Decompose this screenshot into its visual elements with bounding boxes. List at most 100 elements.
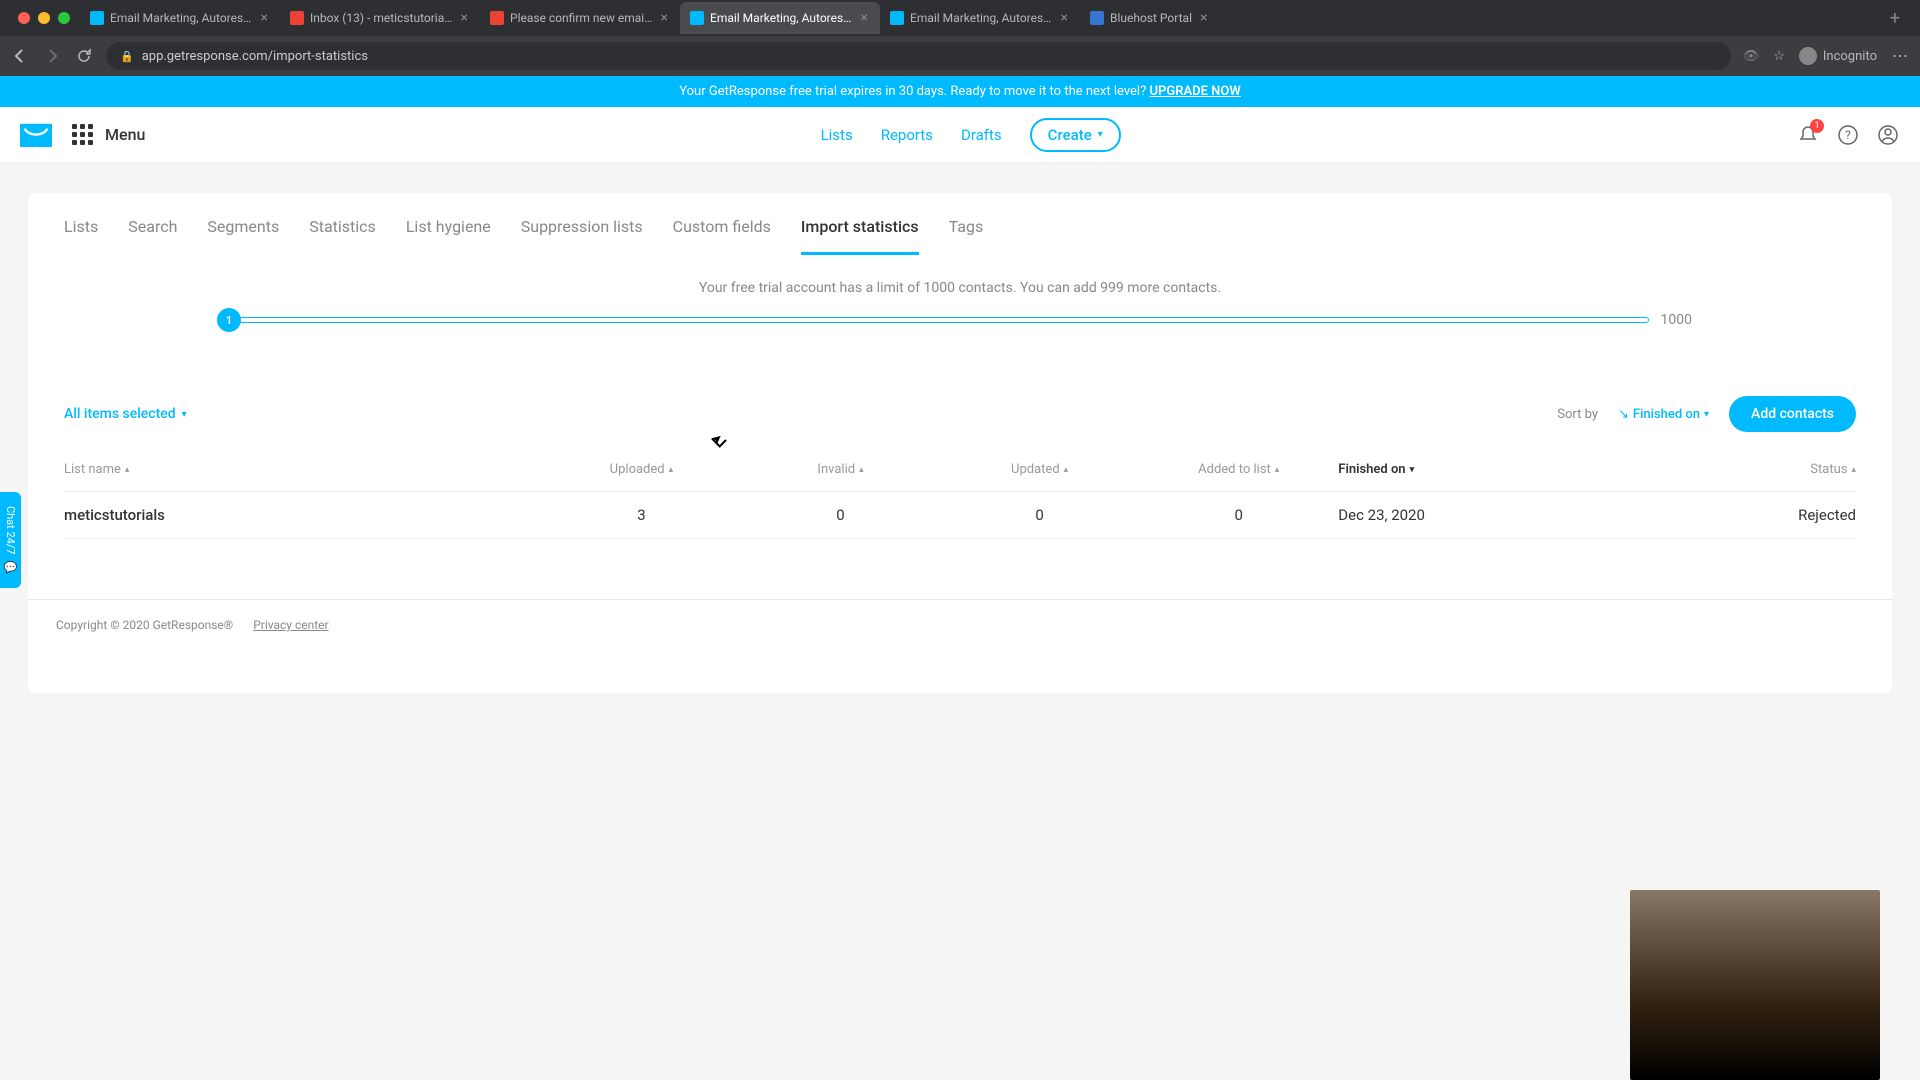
th-status[interactable]: Status▴ xyxy=(1597,462,1856,477)
copyright: Copyright © 2020 GetResponse® xyxy=(56,618,233,632)
sort-arrow-icon: ↘ xyxy=(1618,407,1629,422)
tab-close[interactable]: × xyxy=(459,10,470,26)
cell-status: Rejected xyxy=(1597,506,1856,524)
progress-max: 1000 xyxy=(1661,312,1692,328)
footer: Copyright © 2020 GetResponse® Privacy ce… xyxy=(28,599,1892,650)
import-table: List name▴ Uploaded▴ Invalid▴ Updated▴ A… xyxy=(28,448,1892,539)
maximize-window[interactable] xyxy=(58,12,70,24)
th-invalid[interactable]: Invalid▴ xyxy=(741,462,940,477)
cell-added: 0 xyxy=(1139,506,1338,524)
tab-title: Bluehost Portal xyxy=(1110,11,1192,25)
tab-close[interactable]: × xyxy=(1198,10,1209,26)
incognito-icon xyxy=(1799,47,1817,65)
svg-text:?: ? xyxy=(1845,128,1851,142)
favicon xyxy=(690,11,704,25)
chat-tab[interactable]: Chat 24/7 💬 xyxy=(0,492,21,588)
forward-button[interactable] xyxy=(42,46,62,66)
sort-label: Sort by xyxy=(1557,407,1598,422)
create-button[interactable]: Create ▾ xyxy=(1030,118,1121,152)
bookmark-icon[interactable]: ☆ xyxy=(1773,49,1785,64)
favicon xyxy=(490,11,504,25)
url-input[interactable]: 🔒 app.getresponse.com/import-statistics xyxy=(106,42,1731,70)
browser-chrome: Email Marketing, Autoresponde×Inbox (13)… xyxy=(0,0,1920,76)
favicon xyxy=(890,11,904,25)
nav-lists[interactable]: Lists xyxy=(821,126,853,144)
chevron-down-icon: ▾ xyxy=(182,409,187,420)
privacy-link[interactable]: Privacy center xyxy=(253,618,328,632)
table-header-row: List name▴ Uploaded▴ Invalid▴ Updated▴ A… xyxy=(64,448,1856,492)
chevron-down-icon: ▾ xyxy=(1704,409,1709,420)
add-contacts-button[interactable]: Add contacts xyxy=(1729,396,1856,432)
tab-close[interactable]: × xyxy=(1059,10,1070,26)
browser-menu[interactable]: ⋮ xyxy=(1891,48,1910,64)
th-added[interactable]: Added to list▴ xyxy=(1139,462,1338,477)
webcam-overlay xyxy=(1630,890,1880,1080)
getresponse-logo[interactable] xyxy=(20,123,52,147)
cell-uploaded: 3 xyxy=(542,506,741,524)
notifications-button[interactable]: 1 xyxy=(1796,123,1820,147)
browser-tab[interactable]: Bluehost Portal × xyxy=(1080,2,1219,34)
tab-title: Email Marketing, Autoresponde xyxy=(910,11,1053,25)
tab-lists[interactable]: Lists xyxy=(64,217,98,255)
table-row[interactable]: meticstutorials 3 0 0 0 Dec 23, 2020 Rej… xyxy=(64,492,1856,539)
tab-custom[interactable]: Custom fields xyxy=(673,217,771,255)
tab-suppression[interactable]: Suppression lists xyxy=(521,217,643,255)
help-button[interactable]: ? xyxy=(1836,123,1860,147)
tab-title: Inbox (13) - meticstutorials@g xyxy=(310,11,453,25)
menu-grid-icon xyxy=(72,124,93,145)
th-uploaded[interactable]: Uploaded▴ xyxy=(542,462,741,477)
browser-tab[interactable]: Email Marketing, Autoresponde × xyxy=(680,2,880,34)
browser-tab[interactable]: Email Marketing, Autoresponde × xyxy=(80,2,280,34)
tab-tags[interactable]: Tags xyxy=(949,217,984,255)
th-updated[interactable]: Updated▴ xyxy=(940,462,1139,477)
address-bar: 🔒 app.getresponse.com/import-statistics … xyxy=(0,36,1920,76)
chat-icon: 💬 xyxy=(4,561,17,574)
browser-tab[interactable]: Email Marketing, Autoresponde × xyxy=(880,2,1080,34)
tab-close[interactable]: × xyxy=(859,10,870,26)
account-button[interactable] xyxy=(1876,123,1900,147)
back-button[interactable] xyxy=(10,46,30,66)
tab-hygiene[interactable]: List hygiene xyxy=(406,217,491,255)
page-content: Lists Search Segments Statistics List hy… xyxy=(0,163,1920,723)
tab-statistics[interactable]: Statistics xyxy=(309,217,376,255)
main-card: Lists Search Segments Statistics List hy… xyxy=(28,193,1892,693)
nav-reports[interactable]: Reports xyxy=(881,126,933,144)
tab-import-statistics[interactable]: Import statistics xyxy=(801,217,919,255)
upgrade-link[interactable]: UPGRADE NOW xyxy=(1149,84,1240,99)
tab-search[interactable]: Search xyxy=(128,217,177,255)
lock-icon: 🔒 xyxy=(120,50,134,63)
tab-close[interactable]: × xyxy=(259,10,270,26)
cell-finished: Dec 23, 2020 xyxy=(1338,506,1597,524)
th-finished[interactable]: Finished on▾ xyxy=(1338,462,1597,477)
new-tab-button[interactable]: + xyxy=(1878,8,1912,29)
th-list-name[interactable]: List name▴ xyxy=(64,462,542,477)
reload-button[interactable] xyxy=(74,46,94,66)
tab-title: Email Marketing, Autoresponde xyxy=(110,11,253,25)
sub-tabs: Lists Search Segments Statistics List hy… xyxy=(28,217,1892,256)
top-nav: Menu Lists Reports Drafts Create ▾ 1 ? xyxy=(0,107,1920,163)
close-window[interactable] xyxy=(18,12,30,24)
menu-button[interactable]: Menu xyxy=(72,124,145,145)
browser-tab[interactable]: Inbox (13) - meticstutorials@g × xyxy=(280,2,480,34)
select-all-dropdown[interactable]: All items selected ▾ xyxy=(64,406,187,422)
nav-drafts[interactable]: Drafts xyxy=(961,126,1002,144)
tab-title: Email Marketing, Autoresponde xyxy=(710,11,853,25)
cell-list-name: meticstutorials xyxy=(64,506,542,524)
contact-progress: 1 1000 xyxy=(28,304,1892,356)
progress-bar: 1 xyxy=(228,317,1649,323)
tab-segments[interactable]: Segments xyxy=(207,217,279,255)
tab-close[interactable]: × xyxy=(659,10,670,26)
incognito-indicator[interactable]: Incognito xyxy=(1799,47,1877,65)
favicon xyxy=(1090,11,1104,25)
minimize-window[interactable] xyxy=(38,12,50,24)
tab-strip: Email Marketing, Autoresponde×Inbox (13)… xyxy=(0,0,1920,36)
chevron-down-icon: ▾ xyxy=(1098,129,1103,140)
url-text: app.getresponse.com/import-statistics xyxy=(142,49,368,64)
progress-current: 1 xyxy=(217,308,241,332)
cell-updated: 0 xyxy=(940,506,1139,524)
favicon xyxy=(290,11,304,25)
window-controls xyxy=(8,12,80,24)
sort-dropdown[interactable]: ↘ Finished on ▾ xyxy=(1618,407,1709,422)
browser-tab[interactable]: Please confirm new email addr× xyxy=(480,2,680,34)
eye-icon[interactable]: 👁 xyxy=(1743,49,1760,64)
